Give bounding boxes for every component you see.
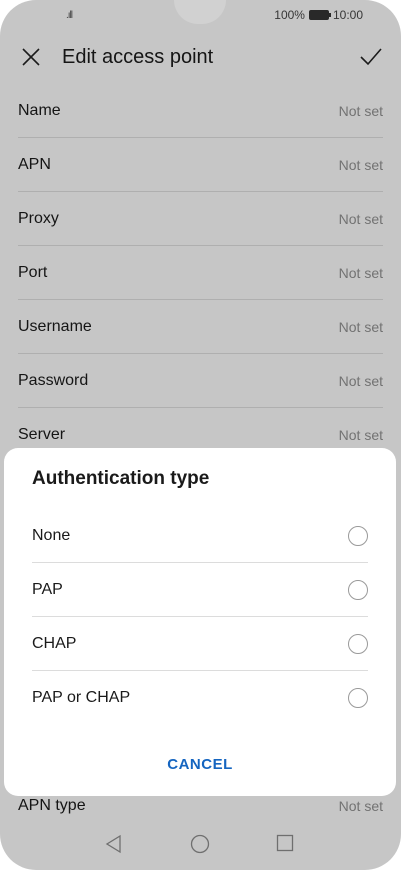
option-none[interactable]: None — [32, 509, 368, 563]
radio-button[interactable] — [348, 525, 368, 546]
option-label: PAP or CHAP — [32, 688, 131, 706]
radio-button[interactable] — [348, 687, 368, 708]
option-pap-or-chap[interactable]: PAP or CHAP — [32, 671, 368, 724]
cancel-button[interactable]: CANCEL — [4, 756, 396, 773]
option-label: None — [32, 526, 71, 544]
option-pap[interactable]: PAP — [32, 563, 368, 617]
radio-button[interactable] — [348, 579, 368, 600]
option-label: CHAP — [32, 634, 77, 652]
authentication-type-dialog: Authentication type None PAP CHAP PAP or… — [4, 448, 396, 796]
radio-button[interactable] — [348, 633, 368, 654]
options-list: None PAP CHAP PAP or CHAP — [32, 509, 368, 724]
option-label: PAP — [32, 580, 63, 598]
phone-screen: .ıll 100% 10:00 Edit access point Name N… — [0, 0, 401, 870]
option-chap[interactable]: CHAP — [32, 617, 368, 671]
dialog-title: Authentication type — [32, 468, 210, 489]
